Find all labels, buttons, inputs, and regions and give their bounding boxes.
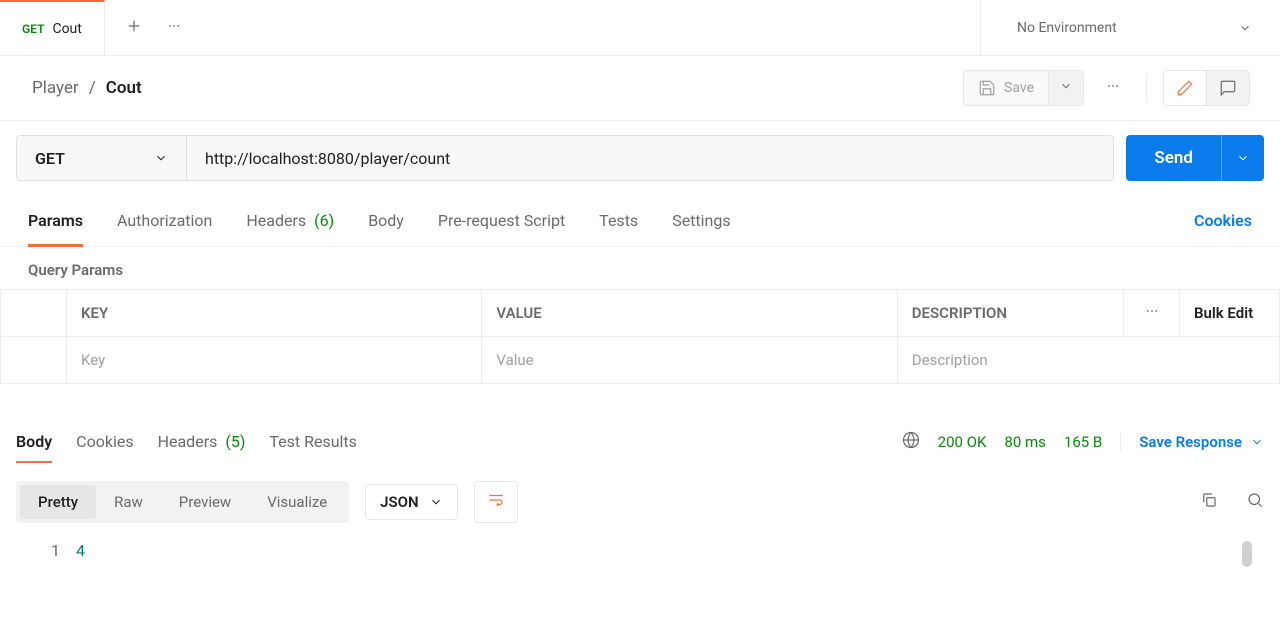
chevron-down-icon [1250, 435, 1264, 449]
breadcrumb-current: Cout [106, 78, 142, 98]
chevron-down-icon [1059, 79, 1073, 93]
dots-icon [1106, 79, 1120, 93]
response-section: Body Cookies Headers (5) Test Results 20… [0, 420, 1280, 580]
tab-prerequest[interactable]: Pre-request Script [438, 195, 565, 246]
dots-icon [167, 19, 181, 33]
more-actions-button[interactable] [1096, 71, 1130, 105]
col-checkbox [1, 290, 67, 337]
url-input[interactable] [187, 136, 1113, 180]
divider [1146, 74, 1147, 102]
plus-icon [125, 17, 143, 35]
edit-button[interactable] [1164, 71, 1206, 105]
copy-icon [1200, 491, 1218, 509]
tab-actions [105, 0, 201, 55]
resp-tab-body[interactable]: Body [16, 420, 52, 463]
param-key-input[interactable] [81, 351, 467, 369]
tab-bar: GET Cout No Environment [0, 0, 1280, 56]
params-table: KEY VALUE DESCRIPTION Bulk Edit [0, 289, 1280, 384]
tab-settings[interactable]: Settings [672, 195, 730, 246]
param-value-input[interactable] [496, 351, 882, 369]
environment-label: No Environment [1017, 20, 1117, 36]
view-segment: Pretty Raw Preview Visualize [16, 481, 349, 523]
response-size: 165 B [1064, 433, 1102, 451]
resp-headers-count: (5) [225, 432, 245, 451]
request-tabs: Params Authorization Headers (6) Body Pr… [0, 195, 1280, 247]
col-description: DESCRIPTION [897, 290, 1123, 337]
query-params-title: Query Params [0, 247, 1280, 289]
param-desc-input[interactable] [912, 351, 1265, 369]
resp-tab-testresults[interactable]: Test Results [269, 420, 357, 463]
dots-icon [1145, 304, 1159, 318]
param-row[interactable] [1, 337, 1280, 384]
wrap-icon [487, 491, 505, 509]
tab-authorization[interactable]: Authorization [117, 195, 212, 246]
new-tab-button[interactable] [125, 17, 143, 39]
view-visualize[interactable]: Visualize [249, 485, 345, 519]
cookies-link[interactable]: Cookies [1194, 211, 1252, 230]
response-meta: 200 OK 80 ms 165 B Save Response [902, 431, 1264, 453]
status-code: 200 OK [938, 433, 987, 451]
search-button[interactable] [1246, 491, 1264, 513]
tab-title: Cout [52, 21, 81, 37]
pencil-icon [1176, 79, 1194, 97]
method-select[interactable]: GET [17, 136, 187, 180]
action-pair [1163, 70, 1250, 106]
tab-params[interactable]: Params [28, 195, 83, 246]
format-select[interactable]: JSON [365, 484, 457, 520]
save-group: Save [963, 70, 1084, 106]
tab-method-label: GET [22, 22, 44, 36]
comment-icon [1219, 79, 1237, 97]
tab-headers[interactable]: Headers (6) [246, 195, 334, 246]
method-label: GET [35, 149, 65, 168]
breadcrumb-parent[interactable]: Player [32, 78, 79, 98]
request-tab[interactable]: GET Cout [0, 0, 105, 55]
tab-tests[interactable]: Tests [599, 195, 638, 246]
copy-button[interactable] [1200, 491, 1218, 513]
url-row: GET Send [0, 121, 1280, 195]
col-value: VALUE [482, 290, 897, 337]
view-raw[interactable]: Raw [96, 485, 161, 519]
col-more[interactable] [1124, 290, 1180, 337]
chevron-down-icon [429, 495, 443, 509]
save-button[interactable]: Save [964, 71, 1048, 105]
send-group: Send [1126, 135, 1264, 181]
breadcrumb-row: Player / Cout Save [0, 56, 1280, 121]
view-pretty[interactable]: Pretty [20, 485, 96, 519]
resp-tab-headers[interactable]: Headers (5) [158, 420, 246, 463]
response-time: 80 ms [1004, 433, 1045, 451]
tab-more-button[interactable] [167, 19, 181, 37]
send-caret-button[interactable] [1221, 135, 1264, 181]
scrollbar[interactable] [1242, 541, 1252, 567]
breadcrumb-separator: / [89, 78, 96, 98]
search-icon [1246, 491, 1264, 509]
save-label: Save [1004, 80, 1034, 96]
save-icon [978, 79, 996, 97]
chevron-down-icon [1238, 21, 1252, 35]
format-label: JSON [380, 493, 418, 511]
chevron-down-icon [1236, 151, 1250, 165]
environment-selector[interactable]: No Environment [980, 0, 1280, 55]
response-body[interactable]: 1 4 [0, 541, 1280, 580]
line-number: 1 [46, 541, 76, 560]
breadcrumb-actions: Save [963, 70, 1250, 106]
view-preview[interactable]: Preview [161, 485, 249, 519]
send-button[interactable]: Send [1126, 135, 1221, 181]
tab-body[interactable]: Body [368, 195, 404, 246]
chevron-down-icon [154, 151, 168, 165]
wrap-toggle[interactable] [474, 481, 518, 523]
method-url-group: GET [16, 135, 1114, 181]
view-row: Pretty Raw Preview Visualize JSON [0, 463, 1280, 541]
comment-button[interactable] [1206, 71, 1249, 105]
col-key: KEY [67, 290, 482, 337]
save-caret-button[interactable] [1048, 71, 1083, 105]
send-label: Send [1154, 148, 1193, 168]
body-value: 4 [76, 541, 85, 560]
save-response-button[interactable]: Save Response [1120, 433, 1264, 451]
resp-tab-cookies[interactable]: Cookies [76, 420, 133, 463]
response-tabs: Body Cookies Headers (5) Test Results 20… [0, 420, 1280, 463]
network-icon[interactable] [902, 431, 920, 453]
headers-count: (6) [314, 211, 334, 230]
view-right-actions [1200, 491, 1264, 513]
col-bulkedit[interactable]: Bulk Edit [1180, 290, 1280, 337]
